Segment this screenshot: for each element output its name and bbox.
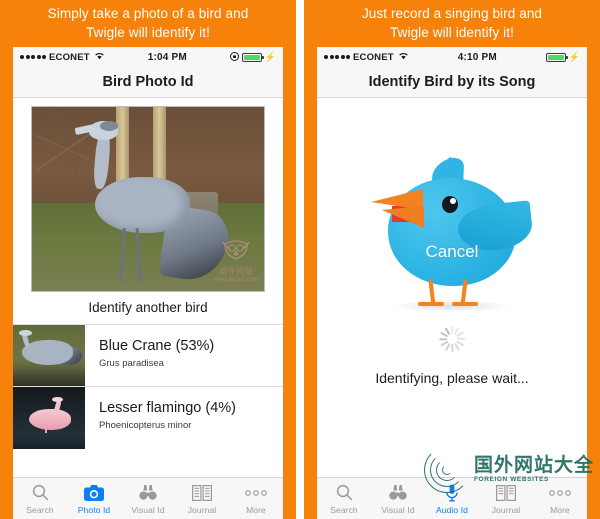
bird-foot-right [452, 302, 478, 306]
lightning-bolt-icon: ⚡ [264, 51, 276, 62]
tab-audio-id[interactable]: Audio Id [425, 478, 479, 519]
binoculars-icon [389, 482, 407, 503]
tab-more[interactable]: More [533, 478, 587, 519]
phone-screen-left: ECONET 1:04 PM ⚡ Bird Photo Id 国外网站 www.… [13, 47, 283, 519]
content-left: 国外网站 www.egouz.com Identify another bird… [13, 98, 283, 477]
nav-title-right: Identify Bird by its Song [317, 67, 587, 98]
tab-label: Journal [491, 505, 521, 515]
search-icon [32, 482, 49, 503]
content-right: Cancel Identifying, please wait... [317, 98, 587, 477]
tab-journal[interactable]: Journal [479, 478, 533, 519]
camera-icon [84, 482, 104, 503]
tab-label: More [550, 505, 570, 515]
clock-left: 1:04 PM [147, 51, 187, 63]
tab-label: Photo Id [77, 505, 111, 515]
tab-label: Search [26, 505, 54, 515]
signal-strength-icon [20, 55, 46, 59]
loading-spinner-icon [439, 326, 466, 352]
tab-visual-id[interactable]: Visual Id [371, 478, 425, 519]
bird-latin-name: Grus paradisea [99, 358, 164, 369]
tab-more[interactable]: More [229, 478, 283, 519]
bird-name: Lesser flamingo (4%) [99, 400, 236, 416]
lightning-bolt-icon: ⚡ [568, 51, 580, 62]
promo-caption-left: Simply take a photo of a bird and Twigle… [0, 0, 296, 47]
cancel-recording-button[interactable]: Cancel [366, 155, 538, 316]
search-icon [336, 482, 353, 503]
promo-caption-right-line1: Just record a singing bird and [361, 6, 543, 21]
tab-visual-id[interactable]: Visual Id [121, 478, 175, 519]
bird-name: Blue Crane (53%) [99, 338, 215, 354]
table-row[interactable]: Blue Crane (53%) Grus paradisea [13, 325, 283, 387]
open-book-icon [496, 482, 516, 503]
nav-title-left: Bird Photo Id [13, 67, 283, 98]
photo-blue-crane [74, 116, 232, 285]
identify-another-bird-button[interactable]: Identify another bird [13, 292, 283, 324]
tab-bar-right: Search Visual Id Audio Id Journal More [317, 477, 587, 519]
tab-photo-id[interactable]: Photo Id [67, 478, 121, 519]
bird-results-list: Blue Crane (53%) Grus paradisea Lesser f… [13, 324, 283, 449]
hero-photo-wrap: 国外网站 www.egouz.com [13, 98, 283, 292]
status-bar-right: ECONET 4:10 PM ⚡ [317, 47, 587, 67]
tab-search[interactable]: Search [317, 478, 371, 519]
ellipsis-icon [245, 482, 267, 503]
status-bar-left: ECONET 1:04 PM ⚡ [13, 47, 283, 67]
status-right-left: ⚡ [229, 51, 276, 63]
status-right-right: ⚡ [545, 51, 580, 63]
bird-latin-name: Phoenicopterus minor [99, 420, 192, 431]
promo-caption-left-line1: Simply take a photo of a bird and [47, 6, 249, 21]
phone-screen-right: ECONET 4:10 PM ⚡ Identify Bird by its So… [317, 47, 587, 519]
screenshot-stage: Simply take a photo of a bird and Twigle… [0, 0, 600, 519]
bird-eye [442, 196, 458, 213]
promo-caption-right-line2: Twigle will identify it! [390, 24, 514, 40]
signal-strength-icon [324, 55, 350, 59]
tab-search[interactable]: Search [13, 478, 67, 519]
battery-icon [241, 52, 264, 62]
tab-label: More [246, 505, 266, 515]
tab-label: Journal [187, 505, 217, 515]
rotation-lock-icon [229, 51, 239, 63]
wifi-icon [94, 51, 105, 63]
tab-journal[interactable]: Journal [175, 478, 229, 519]
tab-label: Visual Id [131, 505, 165, 515]
table-row[interactable]: Lesser flamingo (4%) Phoenicopterus mino… [13, 387, 283, 449]
microphone-icon [445, 482, 459, 503]
bird-row-meta: Blue Crane (53%) Grus paradisea [85, 325, 283, 386]
cancel-label: Cancel [425, 242, 479, 261]
promo-caption-left-line2: Twigle will identify it! [86, 24, 210, 40]
binoculars-icon [139, 482, 157, 503]
bird-foot-left [418, 302, 444, 306]
ellipsis-icon [549, 482, 571, 503]
carrier-label-right: ECONET [353, 51, 394, 63]
promo-panel-photo-id: Simply take a photo of a bird and Twigle… [0, 0, 296, 519]
tab-label: Search [330, 505, 358, 515]
status-text: Identifying, please wait... [375, 370, 529, 386]
tab-bar-left: Search Photo Id Visual Id Journal More [13, 477, 283, 519]
tab-label: Visual Id [381, 505, 415, 515]
wifi-icon [398, 51, 409, 63]
bird-row-meta: Lesser flamingo (4%) Phoenicopterus mino… [85, 387, 283, 449]
lesser-flamingo-thumbnail [13, 387, 85, 449]
promo-panel-audio-id: Just record a singing bird and Twigle wi… [304, 0, 600, 519]
open-book-icon [192, 482, 212, 503]
blue-crane-thumbnail [13, 325, 85, 386]
carrier-label-left: ECONET [49, 51, 90, 63]
clock-right: 4:10 PM [457, 51, 497, 63]
promo-caption-right: Just record a singing bird and Twigle wi… [304, 0, 600, 47]
hero-bird-photo[interactable]: 国外网站 www.egouz.com [31, 106, 265, 292]
tab-label: Audio Id [436, 505, 468, 515]
battery-icon [545, 52, 568, 62]
